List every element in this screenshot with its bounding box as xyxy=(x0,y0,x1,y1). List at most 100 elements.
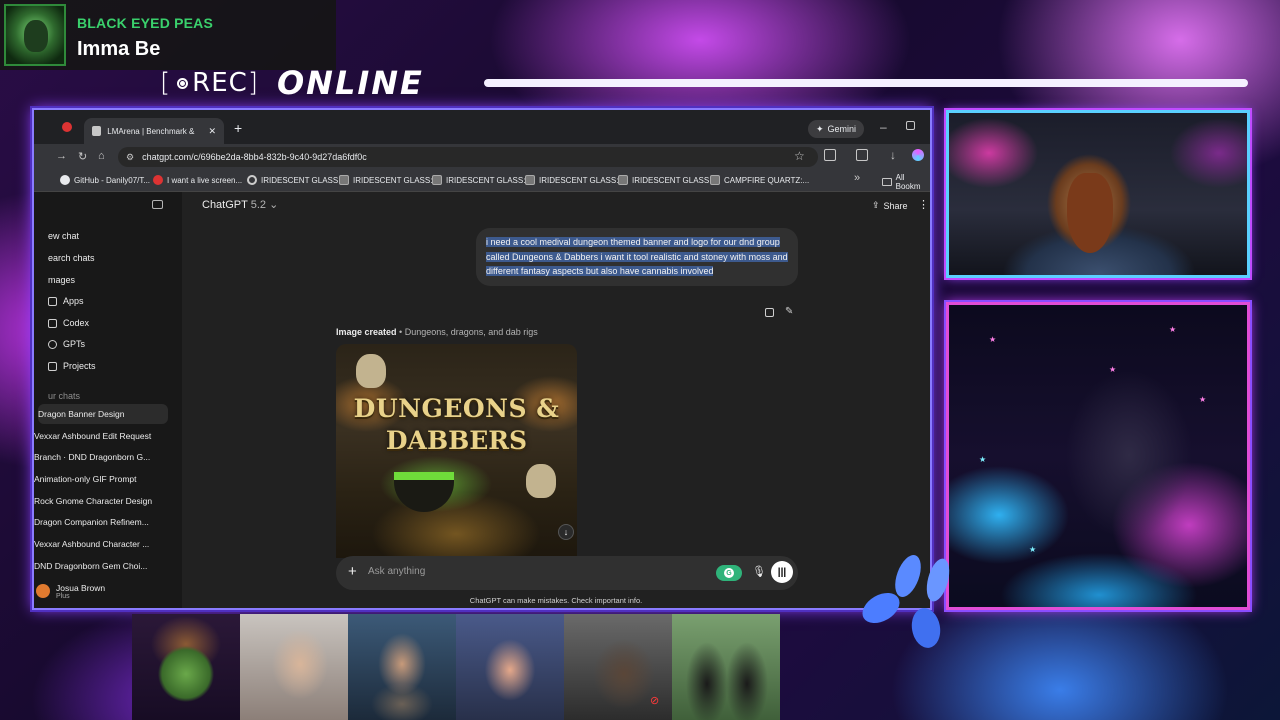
reload-icon[interactable]: ↻ xyxy=(78,150,87,163)
chat-item[interactable]: Rock Gnome Character Design xyxy=(34,491,182,511)
chat-item[interactable]: Animation-only GIF Prompt xyxy=(34,469,182,489)
star-icon: ★ xyxy=(979,455,987,464)
sidebar-item-projects[interactable]: Projects xyxy=(48,361,96,371)
chat-item[interactable]: Vexxar Ashbound Character ... xyxy=(34,534,182,554)
bookmark-item[interactable]: IRIDESCENT GLASS:... xyxy=(432,173,532,187)
tab-favicon-icon xyxy=(92,126,102,136)
sidebar-item-apps[interactable]: Apps xyxy=(48,296,84,306)
user-message: i need a cool medival dungeon themed ban… xyxy=(476,228,798,286)
chat-item[interactable]: Dragon Companion Refinem... xyxy=(34,512,182,532)
browser-window: LMArena | Benchmark & Comp ✕ + ✦Gemini –… xyxy=(32,108,932,610)
scroll-down-button[interactable]: ↓ xyxy=(558,524,574,540)
folder-icon xyxy=(48,361,57,371)
bookmark-item[interactable]: IRIDESCENT GLASS:... xyxy=(525,173,625,187)
friend-cam: ⊘ xyxy=(564,614,672,720)
image-title-line2: DABBERS xyxy=(385,426,528,455)
chat-item[interactable]: Vexxar Ashbound Edit Request xyxy=(34,426,182,446)
url-text: chatgpt.com/c/696be2da-8bb4-832b-9c40-9d… xyxy=(142,152,367,162)
sidebar-item-search-chats[interactable]: earch chats xyxy=(48,253,95,263)
cauldron-shape xyxy=(394,472,454,512)
apps-icon xyxy=(48,296,57,306)
album-art xyxy=(4,4,66,66)
bookmark-item[interactable]: IRIDESCENT GLASS:... xyxy=(618,173,718,187)
sidebar-item-new-chat[interactable]: ew chat xyxy=(48,231,79,241)
friend-cam xyxy=(240,614,348,720)
mic-icon[interactable]: 🎙︎ xyxy=(752,565,766,578)
more-bookmarks-icon[interactable]: » xyxy=(854,172,860,184)
user-account[interactable]: Josua Brown Plus xyxy=(34,576,182,606)
chat-item[interactable]: Dragon Banner Design xyxy=(38,404,168,424)
sidebar-item-gpts[interactable]: GPTs xyxy=(48,339,85,349)
star-icon: ★ xyxy=(1029,545,1037,554)
mascot-dragon-panel: ★ ★ ★ ★ ★ ★ xyxy=(946,302,1250,610)
maximize-button[interactable] xyxy=(906,121,915,130)
sidebar-toggle-icon[interactable] xyxy=(152,200,163,209)
chat-item[interactable]: DND Dragonborn Gem Choi... xyxy=(34,556,182,576)
bookmark-item[interactable]: CAMPFIRE QUARTZ:... xyxy=(710,173,809,187)
attach-plus-icon[interactable]: + xyxy=(348,563,357,580)
extensions-icon[interactable] xyxy=(824,149,836,161)
new-tab-button[interactable]: + xyxy=(234,120,242,136)
browser-logo-icon xyxy=(62,122,72,132)
now-playing-track: Imma Be xyxy=(77,38,161,60)
tab-lmarena[interactable]: LMArena | Benchmark & Comp ✕ xyxy=(84,118,224,144)
all-bookmarks-folder[interactable]: All Bookm xyxy=(882,173,930,191)
record-dot-icon xyxy=(177,77,189,89)
star-icon: ★ xyxy=(1199,395,1207,404)
bookmark-item[interactable]: I want a live screen... xyxy=(153,173,242,187)
sidebar-item-images[interactable]: mages xyxy=(48,275,75,285)
user-plan: Plus xyxy=(56,592,70,600)
bookmark-item[interactable]: IRIDESCENT GLASS:... xyxy=(247,173,347,187)
bookmark-item[interactable]: GitHub - Danily07/T... xyxy=(60,173,150,187)
gemini-button[interactable]: ✦ Gemini xyxy=(808,120,865,138)
disclaimer: ChatGPT can make mistakes. Check importa… xyxy=(469,596,643,605)
friend-cam xyxy=(456,614,564,720)
home-icon[interactable]: ⌂ xyxy=(98,150,105,162)
image-icon xyxy=(525,175,535,185)
webcam-feed xyxy=(946,110,1250,278)
skull-shape xyxy=(526,464,556,498)
gpts-icon xyxy=(48,339,57,349)
profile-avatar[interactable] xyxy=(912,149,924,161)
download-icon[interactable]: ↓ xyxy=(890,148,896,162)
share-icon: ⇪ xyxy=(872,200,880,210)
back-icon[interactable]: → xyxy=(56,150,67,162)
more-options-icon[interactable]: ⋮ xyxy=(918,198,929,211)
side-panel-icon[interactable] xyxy=(856,149,868,161)
sidebar-item-codex[interactable]: Codex xyxy=(48,318,89,328)
chat-item[interactable]: Branch · DND Dragonborn G... xyxy=(34,447,182,467)
site-settings-icon[interactable]: ⚙ xyxy=(126,152,134,163)
chats-section-label: ur chats xyxy=(48,391,81,401)
minimize-button[interactable]: – xyxy=(880,120,887,134)
tab-title: LMArena | Benchmark & Comp xyxy=(107,126,196,136)
decorative-bar xyxy=(484,79,1248,87)
edit-icon[interactable]: ✎ xyxy=(785,306,793,317)
image-icon xyxy=(710,175,720,185)
address-bar[interactable]: ⚙ chatgpt.com/c/696be2da-8bb4-832b-9c40-… xyxy=(118,147,818,167)
skull-shape xyxy=(356,354,386,388)
stream-status: [REC] ONLINE xyxy=(160,64,424,102)
message-input[interactable]: Ask anything xyxy=(368,566,425,577)
now-playing-artist: BLACK EYED PEAS xyxy=(77,15,214,31)
star-icon: ★ xyxy=(1169,325,1177,334)
voice-mode-button[interactable]: ||| xyxy=(771,561,793,583)
friend-cam xyxy=(132,614,240,720)
close-tab-icon[interactable]: ✕ xyxy=(208,126,216,137)
model-selector[interactable]: ChatGPT 5.2 ⌄ xyxy=(202,198,278,211)
image-created-label: Image created • Dungeons, dragons, and d… xyxy=(336,327,538,337)
bookmark-item[interactable]: IRIDESCENT GLASS:... xyxy=(339,173,439,187)
share-button[interactable]: ⇪ Share xyxy=(872,200,908,211)
circle-icon xyxy=(247,175,257,185)
avatar xyxy=(36,584,50,598)
grammarly-icon[interactable]: G xyxy=(716,565,742,581)
online-label: ONLINE xyxy=(276,64,424,102)
user-name: Josua Brown xyxy=(56,582,106,593)
folder-icon xyxy=(882,178,892,186)
copy-icon[interactable] xyxy=(765,308,774,317)
bookmark-star-icon[interactable]: ☆ xyxy=(794,149,805,163)
generated-image[interactable]: DUNGEONS & DABBERS xyxy=(336,344,577,558)
star-icon: ★ xyxy=(1109,365,1117,374)
image-icon xyxy=(618,175,628,185)
chevron-down-icon: ⌄ xyxy=(269,199,279,211)
github-icon xyxy=(60,175,70,185)
